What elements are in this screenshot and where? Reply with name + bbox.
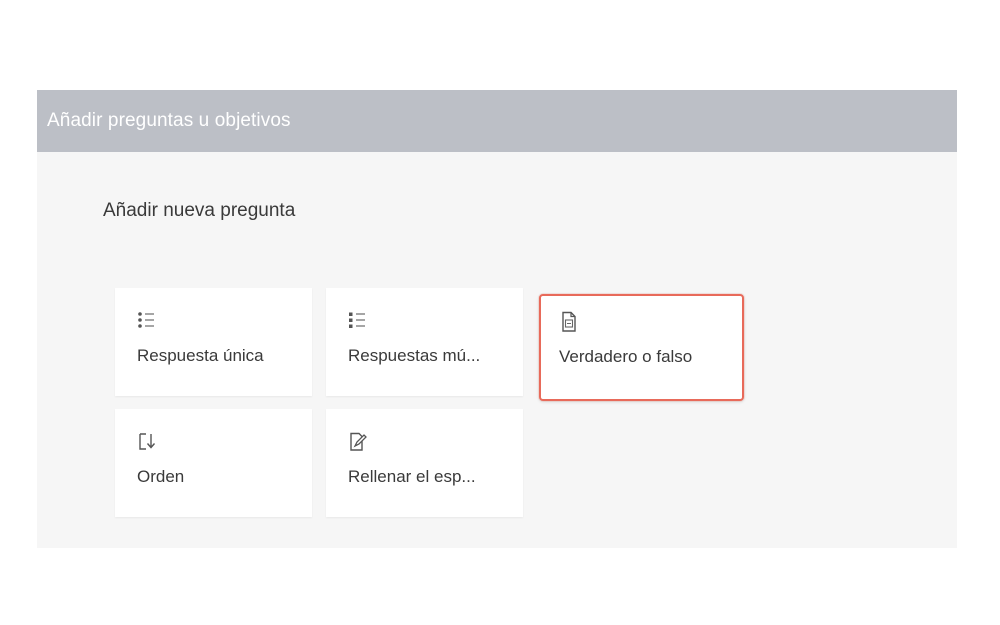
card-label: Verdadero o falso xyxy=(559,347,693,366)
fill-blank-icon xyxy=(348,431,368,453)
question-type-true-false[interactable]: Verdadero o falso xyxy=(539,294,744,401)
order-icon xyxy=(137,431,157,453)
dialog-title: Añadir preguntas u objetivos xyxy=(47,110,291,131)
dialog-header: Añadir preguntas u objetivos xyxy=(37,90,957,152)
card-label: Respuesta única xyxy=(137,346,264,365)
multiple-choice-list-icon xyxy=(348,310,368,332)
question-type-order[interactable]: Orden xyxy=(115,409,312,517)
add-questions-dialog: Añadir preguntas u objetivos Añadir nuev… xyxy=(37,90,957,548)
single-choice-list-icon xyxy=(137,310,157,332)
card-label: Orden xyxy=(137,467,185,486)
question-type-fill-blank[interactable]: Rellenar el esp... xyxy=(326,409,523,517)
card-label: Respuestas mú... xyxy=(348,346,481,365)
true-false-document-icon xyxy=(559,311,579,333)
question-type-multiple-choice[interactable]: Respuestas mú... xyxy=(326,288,523,396)
question-type-single-choice[interactable]: Respuesta única xyxy=(115,288,312,396)
section-title: Añadir nueva pregunta xyxy=(103,200,296,221)
card-label: Rellenar el esp... xyxy=(348,467,476,486)
